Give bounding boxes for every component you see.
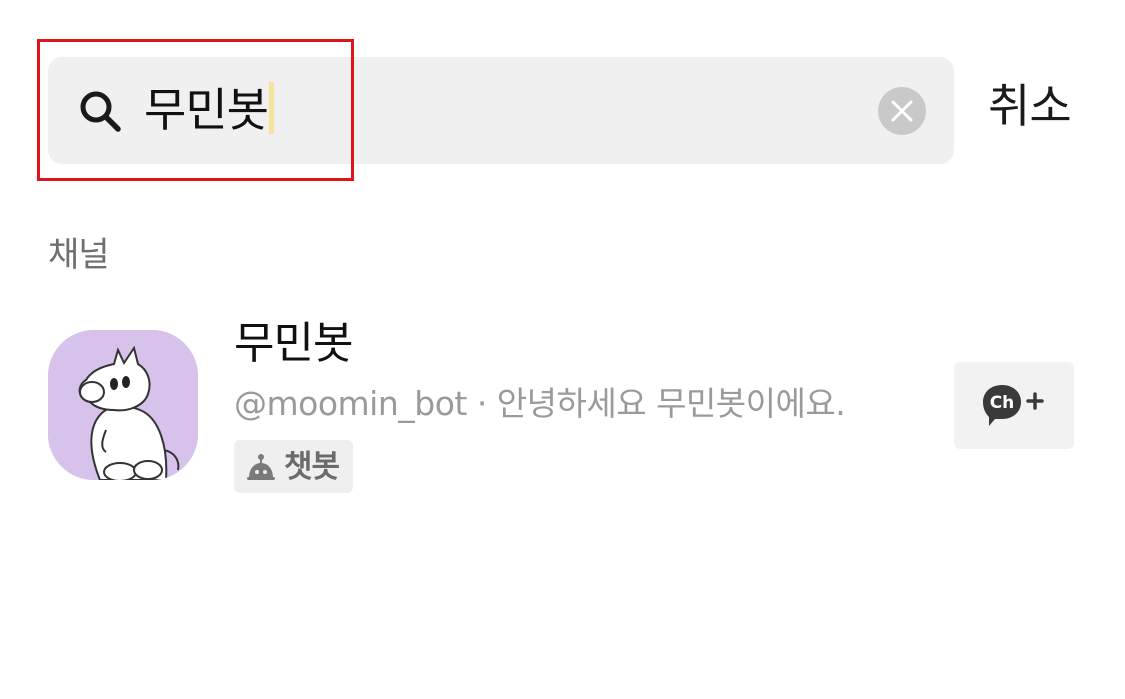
channel-description: @moomin_bot · 안녕하세요 무민봇이에요. bbox=[234, 384, 846, 423]
channel-name: 무민봇 bbox=[234, 318, 353, 369]
badge-label: 챗봇 bbox=[284, 448, 340, 485]
channel-list-item[interactable]: 무민봇 @moomin_bot · 안녕하세요 무민봇이에요. 챗봇 Ch bbox=[48, 310, 1078, 500]
text-caret bbox=[268, 82, 274, 134]
close-icon bbox=[891, 100, 913, 122]
chatbot-badge: 챗봇 bbox=[234, 440, 354, 493]
channel-add-icon: Ch bbox=[983, 385, 1044, 426]
clear-search-button[interactable] bbox=[878, 87, 926, 135]
add-channel-button[interactable]: Ch bbox=[954, 362, 1074, 449]
search-query-text: 무민봇 bbox=[144, 83, 269, 137]
search-input[interactable]: 무민봇 bbox=[144, 81, 274, 139]
search-bar[interactable]: 무민봇 bbox=[48, 57, 954, 164]
search-icon bbox=[78, 89, 122, 133]
avatar bbox=[48, 330, 198, 480]
moomin-character-image bbox=[48, 330, 198, 480]
channel-icon-text: Ch bbox=[990, 393, 1015, 413]
bot-icon bbox=[247, 453, 275, 480]
cancel-button[interactable]: 취소 bbox=[988, 76, 1072, 136]
section-title-channels: 채널 bbox=[48, 235, 110, 275]
